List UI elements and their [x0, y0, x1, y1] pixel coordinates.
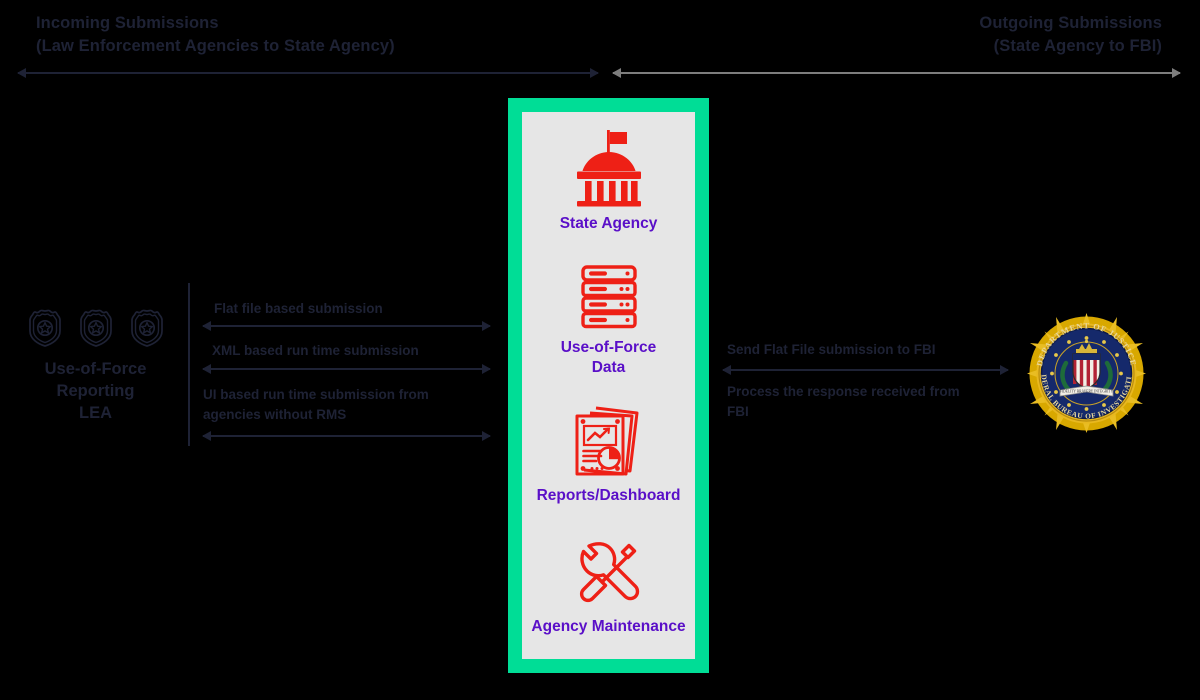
capitol-building-icon — [576, 130, 641, 207]
incoming-flow-label-1: Flat file based submission — [214, 301, 383, 316]
fbi-actor: DEPARTMENT OF JUSTICE FEDERAL BUREAU OF … — [1021, 304, 1149, 436]
incoming-flow-divider — [188, 283, 190, 446]
outgoing-flow-label-1: Send Flat File submission to FBI — [727, 342, 936, 357]
state-agency-card: State Agency Use-of-Force Data Reports/D… — [508, 98, 709, 673]
state-agency-card-inner: State Agency Use-of-Force Data Reports/D… — [522, 112, 695, 659]
incoming-submissions-title: Incoming Submissions — [36, 14, 219, 32]
outgoing-flow-label-2: Process the response received from FBI — [727, 384, 960, 419]
incoming-flow-label-2: XML based run time submission — [212, 343, 419, 358]
reports-dashboard-icon — [575, 406, 638, 476]
outgoing-submissions-header: Outgoing Submissions (State Agency to FB… — [979, 12, 1162, 58]
police-badge-icon — [28, 309, 61, 347]
incoming-flow-label-3: UI based run time submission from agenci… — [203, 387, 429, 422]
fbi-seal-icon: DEPARTMENT OF JUSTICE FEDERAL BUREAU OF … — [1021, 304, 1146, 433]
outgoing-submissions-title: Outgoing Submissions — [979, 14, 1162, 32]
incoming-submissions-subtitle: (Law Enforcement Agencies to State Agenc… — [36, 37, 395, 55]
incoming-flow-arrow-1-line — [203, 325, 490, 327]
incoming-flow-arrow-2-line — [203, 368, 490, 370]
police-badge-icon — [130, 309, 163, 347]
card-item-reports-dashboard[interactable]: Reports/Dashboard — [522, 402, 695, 506]
card-item-state-agency-label: State Agency — [559, 215, 658, 232]
server-stack-icon — [580, 265, 637, 329]
lea-actor: Use-of-Force Reporting LEA — [8, 308, 183, 424]
diagram-canvas: Incoming Submissions (Law Enforcement Ag… — [0, 0, 1200, 700]
incoming-flow-arrow-1 — [203, 319, 490, 333]
card-item-use-of-force-data-label-1: Use-of-Force — [560, 339, 657, 356]
police-badge-icon — [79, 309, 112, 347]
police-badge-icon-group — [8, 308, 183, 348]
fbi-seal-ribbon-text: FIDELITY BRAVERY INTEGRITY — [1060, 390, 1114, 394]
lea-label-line-2: Reporting — [56, 382, 135, 400]
outgoing-flow-arrow-1 — [723, 363, 1008, 377]
incoming-flow-arrow-3-line — [203, 435, 490, 437]
incoming-flow-arrow-2 — [203, 362, 490, 376]
outgoing-span-arrow — [613, 66, 1180, 80]
incoming-span-arrow-line — [18, 72, 598, 74]
incoming-span-arrow — [18, 66, 598, 80]
incoming-submissions-header: Incoming Submissions (Law Enforcement Ag… — [36, 12, 395, 58]
lea-actor-label: Use-of-Force Reporting LEA — [8, 358, 183, 424]
outgoing-span-arrow-line — [613, 72, 1180, 74]
card-item-agency-maintenance-label: Agency Maintenance — [531, 618, 686, 635]
card-item-use-of-force-data-label-2: Data — [591, 359, 626, 376]
lea-label-line-3: LEA — [79, 404, 112, 422]
wrench-screwdriver-icon — [579, 542, 639, 603]
card-item-agency-maintenance[interactable]: Agency Maintenance — [522, 537, 695, 637]
outgoing-submissions-subtitle: (State Agency to FBI) — [993, 37, 1162, 55]
lea-label-line-1: Use-of-Force — [44, 360, 147, 378]
card-item-reports-dashboard-label: Reports/Dashboard — [536, 487, 681, 504]
incoming-flow-arrow-3 — [203, 429, 490, 443]
card-item-use-of-force-data[interactable]: Use-of-Force Data — [522, 262, 695, 378]
card-item-state-agency[interactable]: State Agency — [522, 126, 695, 234]
outgoing-flow-arrow-1-line — [723, 369, 1008, 371]
